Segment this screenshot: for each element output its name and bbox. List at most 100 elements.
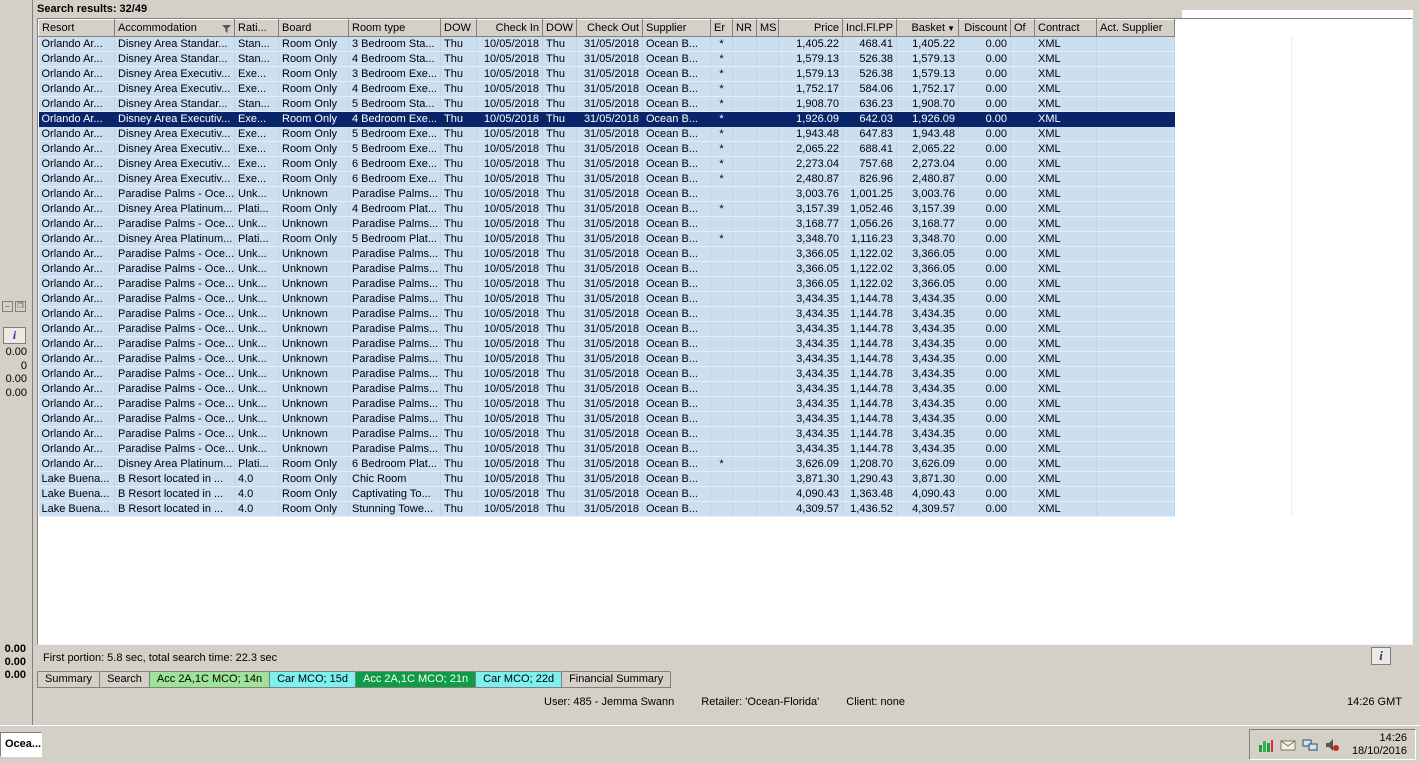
info-button-left[interactable]: i <box>3 327 26 344</box>
column-label: Check In <box>495 22 539 34</box>
cell: 31/05/2018 <box>576 171 643 187</box>
chart-icon[interactable] <box>1258 737 1274 753</box>
column-header-accommodation[interactable]: Accommodation <box>114 19 235 37</box>
result-row[interactable]: Orlando Ar... Paradise Palms - Oce... Unk.… <box>38 216 1175 232</box>
result-row[interactable]: Orlando Ar... Disney Area Executiv... Exe.… <box>38 111 1175 127</box>
cell: 31/05/2018 <box>576 261 643 277</box>
cell: Exe... <box>234 66 279 82</box>
column-header-act-supplier[interactable]: Act. Supplier <box>1096 19 1175 37</box>
cell <box>1096 246 1175 262</box>
result-row[interactable]: Orlando Ar... Paradise Palms - Oce... Unk.… <box>38 441 1175 457</box>
result-row[interactable]: Orlando Ar... Paradise Palms - Oce... Unk.… <box>38 366 1175 382</box>
panel-pin-icon[interactable]: – <box>2 301 13 312</box>
tab-car-mco-15d[interactable]: Car MCO; 15d <box>269 671 356 688</box>
cell: Paradise Palms... <box>348 186 441 202</box>
column-header-dow[interactable]: DOW <box>542 19 577 37</box>
column-header-check-in[interactable]: Check In <box>476 19 543 37</box>
column-header-room-type[interactable]: Room type <box>348 19 441 37</box>
cell: 31/05/2018 <box>576 51 643 67</box>
cell: Ocean B... <box>642 156 711 172</box>
result-row[interactable]: Orlando Ar... Paradise Palms - Oce... Unk.… <box>38 381 1175 397</box>
column-header-nr[interactable]: NR <box>732 19 757 37</box>
result-row[interactable]: Orlando Ar... Disney Area Executiv... Exe.… <box>38 171 1175 187</box>
tab-acc-2a-1c-mco-14n[interactable]: Acc 2A,1C MCO; 14n <box>148 671 271 688</box>
column-label: DOW <box>546 22 573 34</box>
result-row[interactable]: Orlando Ar... Paradise Palms - Oce... Unk.… <box>38 246 1175 262</box>
cell <box>1010 351 1035 367</box>
cell <box>732 321 757 337</box>
info-button[interactable]: i <box>1371 647 1391 665</box>
result-row[interactable]: Orlando Ar... Paradise Palms - Oce... Unk.… <box>38 291 1175 307</box>
result-row[interactable]: Orlando Ar... Paradise Palms - Oce... Unk.… <box>38 261 1175 277</box>
result-row[interactable]: Orlando Ar... Paradise Palms - Oce... Unk.… <box>38 426 1175 442</box>
result-row[interactable]: Lake Buena... B Resort located in ... 4.0 R… <box>38 501 1175 517</box>
column-header-incl-fl-pp[interactable]: Incl.Fl.PP <box>842 19 897 37</box>
result-row[interactable]: Orlando Ar... Disney Area Standar... Stan.… <box>38 96 1175 112</box>
cell: Plati... <box>234 201 279 217</box>
result-row[interactable]: Orlando Ar... Disney Area Executiv... Exe.… <box>38 81 1175 97</box>
column-header-supplier[interactable]: Supplier <box>642 19 711 37</box>
tab-financial-summary[interactable]: Financial Summary <box>561 671 672 688</box>
cell: 4 Bedroom Sta... <box>348 51 441 67</box>
column-header-contract[interactable]: Contract <box>1034 19 1097 37</box>
cell: Thu <box>440 156 477 172</box>
column-header-ms[interactable]: MS <box>756 19 779 37</box>
cell: 0.00 <box>958 441 1011 457</box>
result-row[interactable]: Orlando Ar... Paradise Palms - Oce... Unk.… <box>38 321 1175 337</box>
result-row[interactable]: Orlando Ar... Disney Area Executiv... Exe.… <box>38 66 1175 82</box>
tab-summary[interactable]: Summary <box>37 671 101 688</box>
column-header-resort[interactable]: Resort <box>38 19 115 37</box>
cell <box>1096 426 1175 442</box>
column-header-of[interactable]: Of <box>1010 19 1035 37</box>
cell: Ocean B... <box>642 486 711 502</box>
result-row[interactable]: Orlando Ar... Disney Area Executiv... Exe.… <box>38 126 1175 142</box>
tab-car-mco-22d[interactable]: Car MCO; 22d <box>475 671 563 688</box>
result-row[interactable]: Lake Buena... B Resort located in ... 4.0 R… <box>38 486 1175 502</box>
column-label: Price <box>813 22 839 34</box>
tray-clock[interactable]: 14:26 18/10/2016 <box>1352 732 1407 758</box>
taskbar-window-button[interactable]: Ocea... <box>0 732 42 757</box>
result-row[interactable]: Orlando Ar... Disney Area Executiv... Exe.… <box>38 141 1175 157</box>
result-row[interactable]: Orlando Ar... Paradise Palms - Oce... Unk.… <box>38 306 1175 322</box>
column-header-check-out[interactable]: Check Out <box>576 19 643 37</box>
cell: 3,434.35 <box>778 306 843 322</box>
cell: Paradise Palms - Oce... <box>114 306 235 322</box>
cell: * <box>710 66 733 82</box>
cell: Lake Buena... <box>38 486 115 502</box>
network-icon[interactable] <box>1302 737 1318 753</box>
cell: Disney Area Standar... <box>114 51 235 67</box>
result-row[interactable]: Orlando Ar... Disney Area Platinum... Plat… <box>38 201 1175 217</box>
tab-search[interactable]: Search <box>99 671 150 688</box>
column-header-price[interactable]: Price <box>778 19 843 37</box>
result-row[interactable]: Orlando Ar... Paradise Palms - Oce... Unk.… <box>38 186 1175 202</box>
cell: 5 Bedroom Exe... <box>348 126 441 142</box>
column-header-board[interactable]: Board <box>278 19 349 37</box>
column-header-dow[interactable]: DOW <box>440 19 477 37</box>
result-row[interactable]: Orlando Ar... Disney Area Executiv... Exe.… <box>38 156 1175 172</box>
result-row[interactable]: Orlando Ar... Paradise Palms - Oce... Unk.… <box>38 351 1175 367</box>
result-row[interactable]: Orlando Ar... Paradise Palms - Oce... Unk.… <box>38 336 1175 352</box>
result-row[interactable]: Orlando Ar... Disney Area Platinum... Plat… <box>38 231 1175 247</box>
result-row[interactable]: Orlando Ar... Disney Area Platinum... Plat… <box>38 456 1175 472</box>
column-header-basket[interactable]: Basket ▼ <box>896 19 959 37</box>
cell: Thu <box>440 261 477 277</box>
panel-restore-icon[interactable]: ❐ <box>15 301 26 312</box>
tab-acc-2a-1c-mco-21n[interactable]: Acc 2A,1C MCO; 21n <box>355 671 477 688</box>
result-row[interactable]: Orlando Ar... Paradise Palms - Oce... Unk.… <box>38 411 1175 427</box>
audio-icon[interactable] <box>1324 737 1340 753</box>
results-grid[interactable]: Resort Accommodation Rati... Board Room type… <box>37 18 1413 645</box>
result-row[interactable]: Lake Buena... B Resort located in ... 4.0 R… <box>38 471 1175 487</box>
cell: 10/05/2018 <box>476 321 543 337</box>
result-row[interactable]: Orlando Ar... Disney Area Standar... Stan.… <box>38 36 1175 52</box>
column-header-rati-[interactable]: Rati... <box>234 19 279 37</box>
cell: Orlando Ar... <box>38 81 115 97</box>
filter-funnel-icon[interactable] <box>222 24 231 36</box>
result-row[interactable]: Orlando Ar... Disney Area Standar... Stan.… <box>38 51 1175 67</box>
mail-icon[interactable] <box>1280 737 1296 753</box>
result-row[interactable]: Orlando Ar... Paradise Palms - Oce... Unk.… <box>38 276 1175 292</box>
column-header-discount[interactable]: Discount <box>958 19 1011 37</box>
column-header-er[interactable]: Er <box>710 19 733 37</box>
cell: 3,434.35 <box>778 291 843 307</box>
cell: * <box>710 231 733 247</box>
result-row[interactable]: Orlando Ar... Paradise Palms - Oce... Unk.… <box>38 396 1175 412</box>
